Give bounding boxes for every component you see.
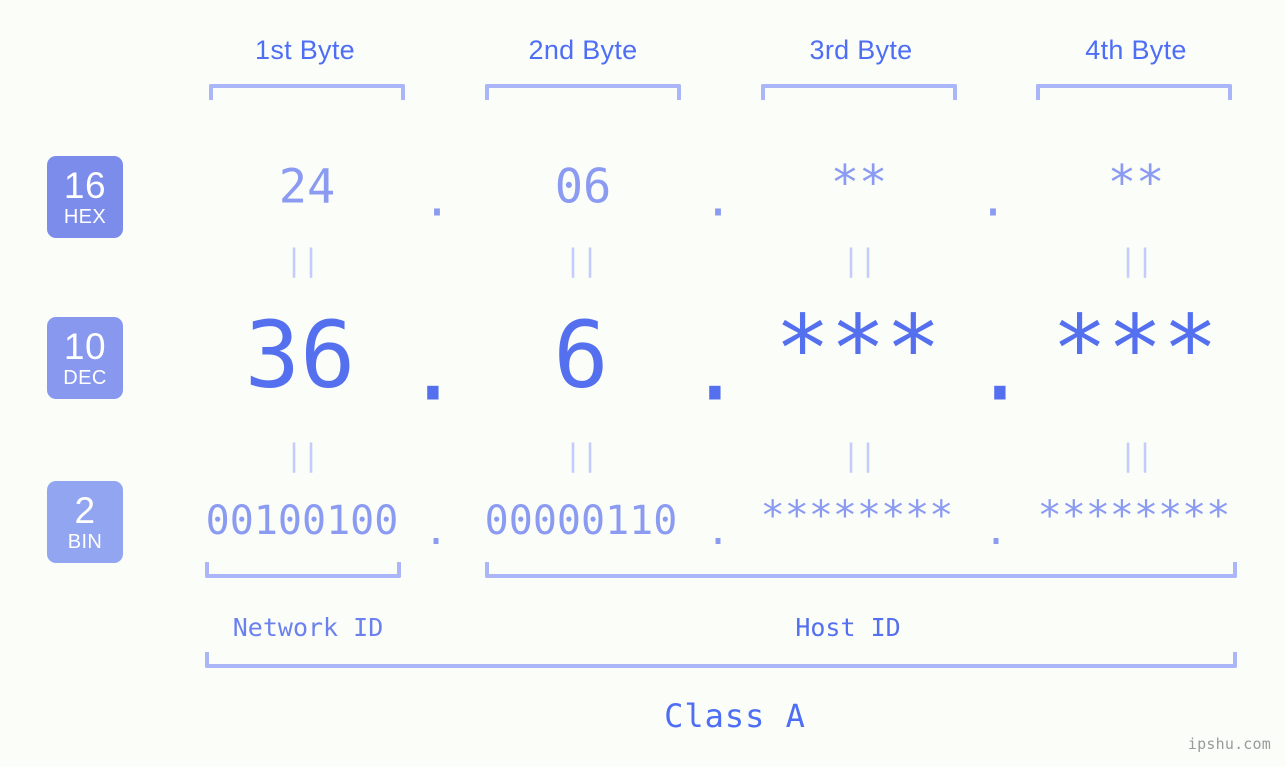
bin-separator-2: . — [705, 508, 731, 554]
bin-separator-3: . — [983, 508, 1009, 554]
hex-separator-2: . — [703, 172, 733, 228]
dec-separator-3: . — [972, 314, 1028, 422]
base-badge-dec-number: 10 — [63, 326, 107, 367]
dec-byte-1: 36 — [244, 301, 356, 409]
byte-header-4: 4th Byte — [1085, 35, 1187, 65]
bin-byte-4: ******** — [1037, 493, 1231, 539]
equals-mark-hex-dec-3: || — [841, 243, 877, 279]
byte-header-1: 1st Byte — [255, 35, 355, 65]
base-badge-bin-number: 2 — [74, 490, 96, 531]
equals-mark-hex-dec-1: || — [284, 243, 320, 279]
equals-mark-dec-bin-4: || — [1118, 438, 1154, 474]
byte-header-3: 3rd Byte — [809, 35, 913, 65]
byte-bracket-4 — [1036, 84, 1232, 100]
base-badge-hex[interactable]: 16 HEX — [47, 156, 123, 238]
bin-byte-1: 00100100 — [205, 498, 399, 544]
base-badge-bin-name: BIN — [67, 531, 103, 553]
hex-byte-1: 24 — [278, 159, 336, 215]
equals-mark-hex-dec-4: || — [1118, 243, 1154, 279]
hex-byte-3: ** — [830, 155, 888, 211]
equals-mark-dec-bin-1: || — [284, 438, 320, 474]
byte-bracket-3 — [761, 84, 957, 100]
class-bracket — [205, 652, 1237, 668]
ip-address-breakdown-diagram: 1st Byte 2nd Byte 3rd Byte 4th Byte 16 H… — [0, 0, 1285, 767]
byte-header-2: 2nd Byte — [528, 35, 638, 65]
equals-mark-dec-bin-3: || — [841, 438, 877, 474]
network-id-label: Network ID — [232, 613, 384, 642]
base-badge-hex-name: HEX — [63, 206, 107, 228]
host-id-bracket — [485, 562, 1237, 578]
class-label: Class A — [664, 697, 806, 735]
host-id-label: Host ID — [795, 613, 901, 642]
base-badge-bin[interactable]: 2 BIN — [47, 481, 123, 563]
base-badge-dec[interactable]: 10 DEC — [47, 317, 123, 399]
hex-separator-3: . — [978, 172, 1008, 228]
byte-bracket-1 — [209, 84, 405, 100]
watermark: ipshu.com — [1187, 735, 1271, 753]
dec-byte-4: *** — [1051, 295, 1219, 403]
dec-separator-1: . — [405, 314, 461, 422]
base-badge-dec-name: DEC — [63, 367, 107, 389]
dec-byte-2: 6 — [553, 301, 609, 409]
base-badge-hex-number: 16 — [63, 165, 107, 206]
hex-byte-2: 06 — [554, 159, 612, 215]
equals-mark-dec-bin-2: || — [563, 438, 599, 474]
bin-separator-1: . — [423, 508, 449, 554]
byte-bracket-2 — [485, 84, 681, 100]
network-id-bracket — [205, 562, 401, 578]
dec-separator-2: . — [687, 314, 743, 422]
dec-byte-3: *** — [774, 295, 942, 403]
hex-separator-1: . — [422, 172, 452, 228]
hex-byte-4: ** — [1107, 155, 1165, 211]
bin-byte-2: 00000110 — [484, 498, 678, 544]
bin-byte-3: ******** — [760, 493, 954, 539]
equals-mark-hex-dec-2: || — [563, 243, 599, 279]
